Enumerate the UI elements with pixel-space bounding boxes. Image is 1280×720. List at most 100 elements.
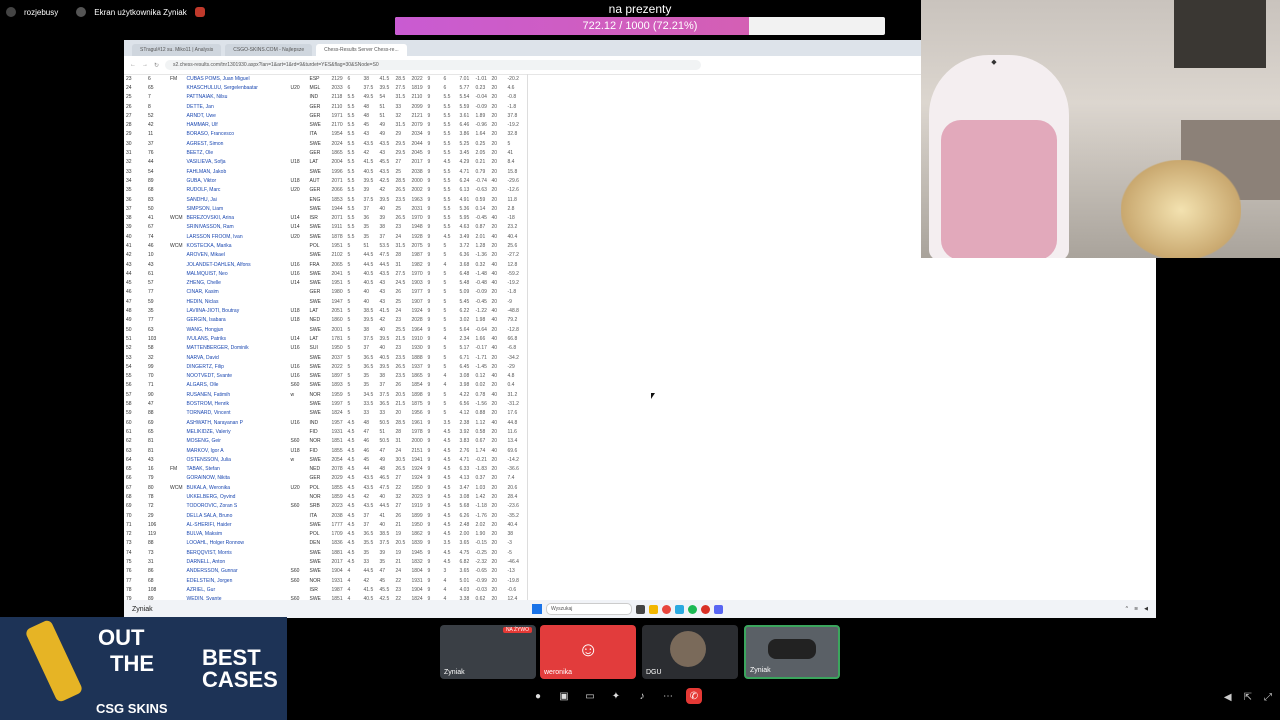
player-name-link[interactable]: BULVA, Maksim: [185, 530, 289, 539]
activities-icon[interactable]: ✦: [608, 688, 624, 704]
browser-tab[interactable]: CSGO-SKINS.COM - Najlepsze: [225, 44, 313, 56]
browser-tab-active[interactable]: Chess-Results Server Chess-re...: [316, 44, 407, 56]
discord-icon[interactable]: [714, 604, 723, 614]
table-cell: [168, 251, 185, 260]
player-name-link[interactable]: DELLA SALA, Bruno: [185, 511, 289, 520]
player-name-link[interactable]: CUBAS POMS, Juan Miguel: [185, 74, 289, 83]
player-name-link[interactable]: LAVIINA-JIOTI, Boutray: [185, 306, 289, 315]
player-name-link[interactable]: TABAK, Stefan: [185, 464, 289, 473]
tray-chevron-icon[interactable]: ^: [1126, 606, 1128, 612]
table-cell: 2031: [411, 205, 423, 212]
player-name-link[interactable]: BOSTROM, Henrik: [185, 399, 289, 408]
player-name-link[interactable]: BEETZ, Ole: [185, 148, 289, 157]
player-name-link[interactable]: BORASO, Francesco: [185, 130, 289, 139]
player-name-link[interactable]: GUBA, Viktor: [185, 176, 289, 185]
player-name-link[interactable]: MARKOV, Igor A: [185, 446, 289, 455]
player-name-link[interactable]: OSTENSSON, Julia: [185, 455, 289, 464]
table-cell: 1.66: [475, 335, 486, 342]
player-name-link[interactable]: PATTNAIAK, Nilsu: [185, 93, 289, 102]
player-name-link[interactable]: IVULANS, Patriks: [185, 334, 289, 343]
forward-icon[interactable]: →: [142, 62, 148, 68]
player-name-link[interactable]: GORAINOW, Nikita: [185, 474, 289, 483]
telegram-icon[interactable]: [675, 604, 684, 614]
camera-off-icon[interactable]: ▣: [556, 688, 572, 704]
table-cell: 39.5: [379, 196, 390, 203]
back-icon[interactable]: ←: [130, 62, 136, 68]
spotify-icon[interactable]: [688, 604, 697, 614]
player-name-link[interactable]: ALGARS, Olle: [185, 381, 289, 390]
table-row: 47 59 HEDIN, Niclas SWE 1947 5 40 43 25 1907 9 5 5.4…: [124, 297, 522, 306]
player-name-link[interactable]: DARNELL, Anton: [185, 557, 289, 566]
player-name-link[interactable]: UKKELBERG, Oyvind: [185, 492, 289, 501]
player-name-link[interactable]: NARVA, David: [185, 353, 289, 362]
player-name-link[interactable]: ASHWATH, Narayanan P: [185, 418, 289, 427]
player-name-link[interactable]: RUDOLF, Marc: [185, 186, 289, 195]
task-view-icon[interactable]: [636, 604, 645, 614]
player-name-link[interactable]: WANG, Hongjun: [185, 325, 289, 334]
browser-tab[interactable]: STragul#12 su. Miko11 | Analysis: [132, 44, 222, 56]
wifi-icon[interactable]: ≋: [1134, 606, 1138, 612]
player-name-link[interactable]: KHASCHULUU, Sergelenbaatar: [185, 83, 289, 92]
player-name-link[interactable]: VASILIEVA, Sofja: [185, 158, 289, 167]
player-name-link[interactable]: TODOROVIC, Zoran S: [185, 502, 289, 511]
volume-icon[interactable]: ◀: [1224, 692, 1232, 703]
soundboard-icon[interactable]: ♪: [634, 688, 650, 704]
player-name-link[interactable]: AGREST, Simon: [185, 139, 289, 148]
player-name-link[interactable]: HAMMAR, Ulf: [185, 120, 289, 129]
fullscreen-icon[interactable]: ⤢: [1264, 692, 1272, 703]
player-name-link[interactable]: GERGIN, Isabara: [185, 316, 289, 325]
player-name-link[interactable]: EDELSTEIN, Jorgen: [185, 576, 289, 585]
participant-tile[interactable]: Zyniak: [744, 625, 840, 679]
player-name-link[interactable]: CINAR, Kasim: [185, 288, 289, 297]
player-name-link[interactable]: ANDERSSON, Gunnar: [185, 567, 289, 576]
player-name-link[interactable]: LOOAHL, Holger Ronnow: [185, 539, 289, 548]
taskbar-search[interactable]: Wyszukaj: [546, 603, 632, 615]
participant-tile[interactable]: DGU: [642, 625, 738, 679]
reload-icon[interactable]: ↻: [154, 62, 159, 69]
microphone-icon[interactable]: ●: [530, 688, 546, 704]
player-name-link[interactable]: MATTENBERGER, Dominik: [185, 344, 289, 353]
volume-icon[interactable]: ◀: [1144, 606, 1148, 612]
table-cell: 33: [363, 410, 370, 417]
player-name-link[interactable]: MELIKIDZE, Valeriy: [185, 427, 289, 436]
screen-share-label: Ekran użytkownika Zyniak: [94, 7, 187, 17]
file-explorer-icon[interactable]: [649, 604, 658, 614]
player-name-link[interactable]: AZRIEL, Gur: [185, 585, 289, 594]
chrome-icon[interactable]: [662, 604, 671, 614]
player-name-link[interactable]: HEDIN, Niclas: [185, 297, 289, 306]
leave-call-button[interactable]: ✆: [686, 688, 702, 704]
table-cell: 42: [379, 317, 386, 324]
player-name-link[interactable]: BEREZOVSKII, Arina: [185, 213, 289, 222]
table-cell: -31.2: [507, 401, 519, 408]
player-name-link[interactable]: DETTE, Jan: [185, 102, 289, 111]
player-name-link[interactable]: MALMQUIST, Neo: [185, 269, 289, 278]
participant-tile[interactable]: NA ŻYWO Zyniak: [440, 625, 536, 679]
participant-tile[interactable]: ☺ weronika: [540, 625, 636, 679]
player-name-link[interactable]: BUKALA, Weronika: [185, 483, 289, 492]
more-icon[interactable]: ⋯: [660, 688, 676, 704]
player-name-link[interactable]: ARNDT, Uwe: [185, 111, 289, 120]
player-name-link[interactable]: NOOTVEDT, Svante: [185, 372, 289, 381]
player-name-link[interactable]: RUSANEN, Fatimih: [185, 390, 289, 399]
windows-start-icon[interactable]: [532, 604, 542, 614]
player-name-link[interactable]: MOSENG, Geir: [185, 437, 289, 446]
opera-icon[interactable]: [701, 604, 710, 614]
player-name-link[interactable]: KOSTECKA, Marika: [185, 241, 289, 250]
player-name-link[interactable]: BERQQVIST, Morris: [185, 548, 289, 557]
player-name-link[interactable]: DINGERTZ, Filip: [185, 362, 289, 371]
player-name-link[interactable]: AL-SHERIFI, Haider: [185, 520, 289, 529]
address-bar[interactable]: s2.chess-results.com/tnr1301930.aspx?lan…: [165, 60, 702, 70]
player-name-link[interactable]: FAHLMAN, Jakob: [185, 167, 289, 176]
player-name-link[interactable]: SANDHU, Jai: [185, 195, 289, 204]
pop-out-icon[interactable]: ⇱: [1244, 692, 1252, 703]
player-name-link[interactable]: ZHENG, Chelle: [185, 279, 289, 288]
player-name-link[interactable]: TORNARD, Vincent: [185, 409, 289, 418]
player-name-link[interactable]: SRINIVASSON, Ram: [185, 223, 289, 232]
player-name-link[interactable]: SIMPSON, Liam: [185, 204, 289, 213]
player-name-link[interactable]: AROVEN, Mikael: [185, 251, 289, 260]
table-cell: 40: [363, 298, 370, 305]
player-name-link[interactable]: JOLANDET-DAHLEN, Alfons: [185, 260, 289, 269]
screen-share-icon[interactable]: ▭: [582, 688, 598, 704]
table-cell: 4.5: [443, 428, 451, 435]
player-name-link[interactable]: LARSSON FROOM, Ivan: [185, 232, 289, 241]
